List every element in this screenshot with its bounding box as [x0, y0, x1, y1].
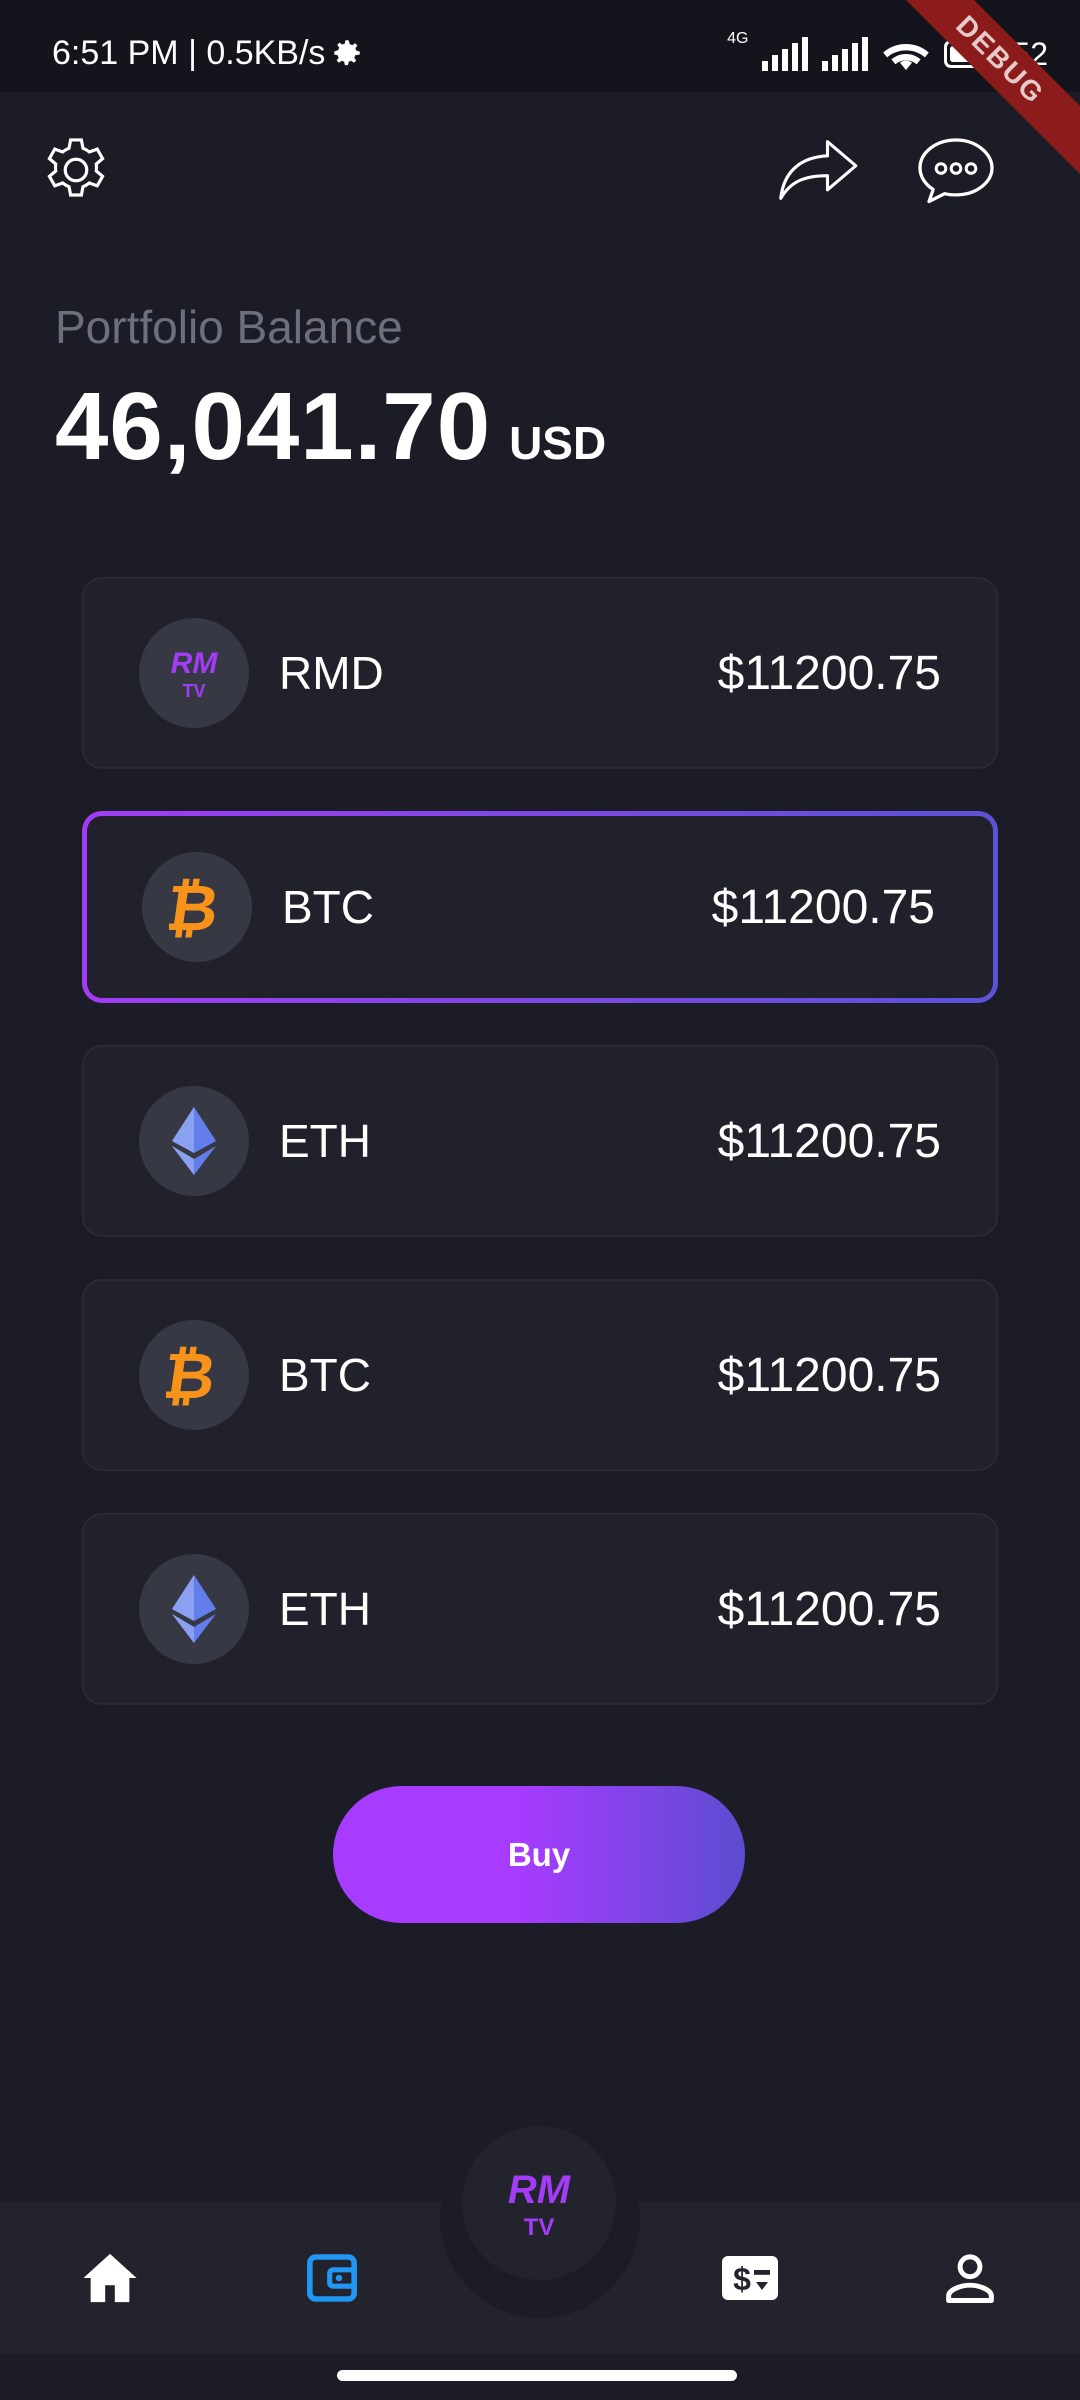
asset-symbol: ETH	[279, 1115, 371, 1167]
settings-icon[interactable]	[38, 132, 114, 208]
signal-icon	[762, 37, 809, 71]
bitcoin-icon: ₿	[139, 1320, 249, 1430]
asset-value: $11200.75	[711, 880, 935, 934]
profile-icon	[946, 2254, 994, 2303]
asset-symbol: BTC	[279, 1349, 371, 1401]
asset-card-btc-selected[interactable]: ₿ BTC $11200.75	[82, 811, 998, 1003]
nav-wallet[interactable]	[300, 2246, 364, 2310]
asset-value: $11200.75	[717, 1114, 941, 1168]
home-icon	[83, 2253, 137, 2303]
svg-text:TV: TV	[524, 2214, 555, 2241]
asset-card-btc[interactable]: ₿ BTC $11200.75	[82, 1279, 998, 1471]
svg-text:$: $	[733, 2261, 751, 2297]
portfolio-balance-label: Portfolio Balance	[55, 301, 403, 353]
balance-currency: USD	[509, 417, 607, 469]
asset-value: $11200.75	[717, 1348, 941, 1402]
asset-symbol: RMD	[279, 647, 384, 699]
bitcoin-icon: ₿	[142, 852, 252, 962]
wallet-icon	[307, 2254, 357, 2302]
svg-text:₿: ₿	[169, 874, 223, 940]
buy-button[interactable]: Buy	[333, 1786, 745, 1923]
nav-exchange[interactable]: $	[718, 2246, 782, 2310]
asset-value: $11200.75	[717, 1582, 941, 1636]
rmtv-logo-icon: RM TV	[508, 2168, 572, 2241]
svg-text:₿: ₿	[166, 1342, 220, 1408]
ethereum-icon	[139, 1086, 249, 1196]
asset-symbol: BTC	[282, 881, 374, 933]
exchange-icon: $	[722, 2256, 778, 2300]
home-indicator[interactable]	[337, 2370, 737, 2381]
status-bar: 6:51 PM | 0.5KB/s 4G 52	[0, 0, 1080, 92]
asset-card-eth-2[interactable]: ETH $11200.75	[82, 1513, 998, 1705]
asset-value: $11200.75	[717, 646, 941, 700]
balance-amount: 46,041.70	[55, 373, 492, 480]
svg-text:TV: TV	[182, 681, 205, 701]
wifi-icon	[883, 44, 930, 70]
portfolio-balance: 46,041.70 USD	[55, 372, 606, 482]
asset-list: RM TV RMD $11200.75 ₿ BTC $11200.75 ETH …	[82, 577, 998, 1747]
chat-icon[interactable]	[914, 134, 998, 206]
nav-center-logo-button[interactable]: RM TV	[462, 2126, 616, 2280]
svg-text:RM: RM	[171, 647, 219, 680]
status-gear-icon	[334, 40, 360, 66]
network-type-label: 4G	[727, 30, 749, 47]
share-icon[interactable]	[776, 136, 862, 204]
signal-icon-2	[822, 37, 869, 71]
asset-card-eth[interactable]: ETH $11200.75	[82, 1045, 998, 1237]
ethereum-icon	[139, 1554, 249, 1664]
asset-card-rmd[interactable]: RM TV RMD $11200.75	[82, 577, 998, 769]
rmtv-logo-icon: RM TV	[139, 618, 249, 728]
asset-symbol: ETH	[279, 1583, 371, 1635]
status-time: 6:51 PM | 0.5KB/s	[52, 34, 326, 72]
svg-text:RM: RM	[508, 2168, 572, 2212]
nav-profile[interactable]	[938, 2246, 1002, 2310]
nav-home[interactable]	[78, 2246, 142, 2310]
